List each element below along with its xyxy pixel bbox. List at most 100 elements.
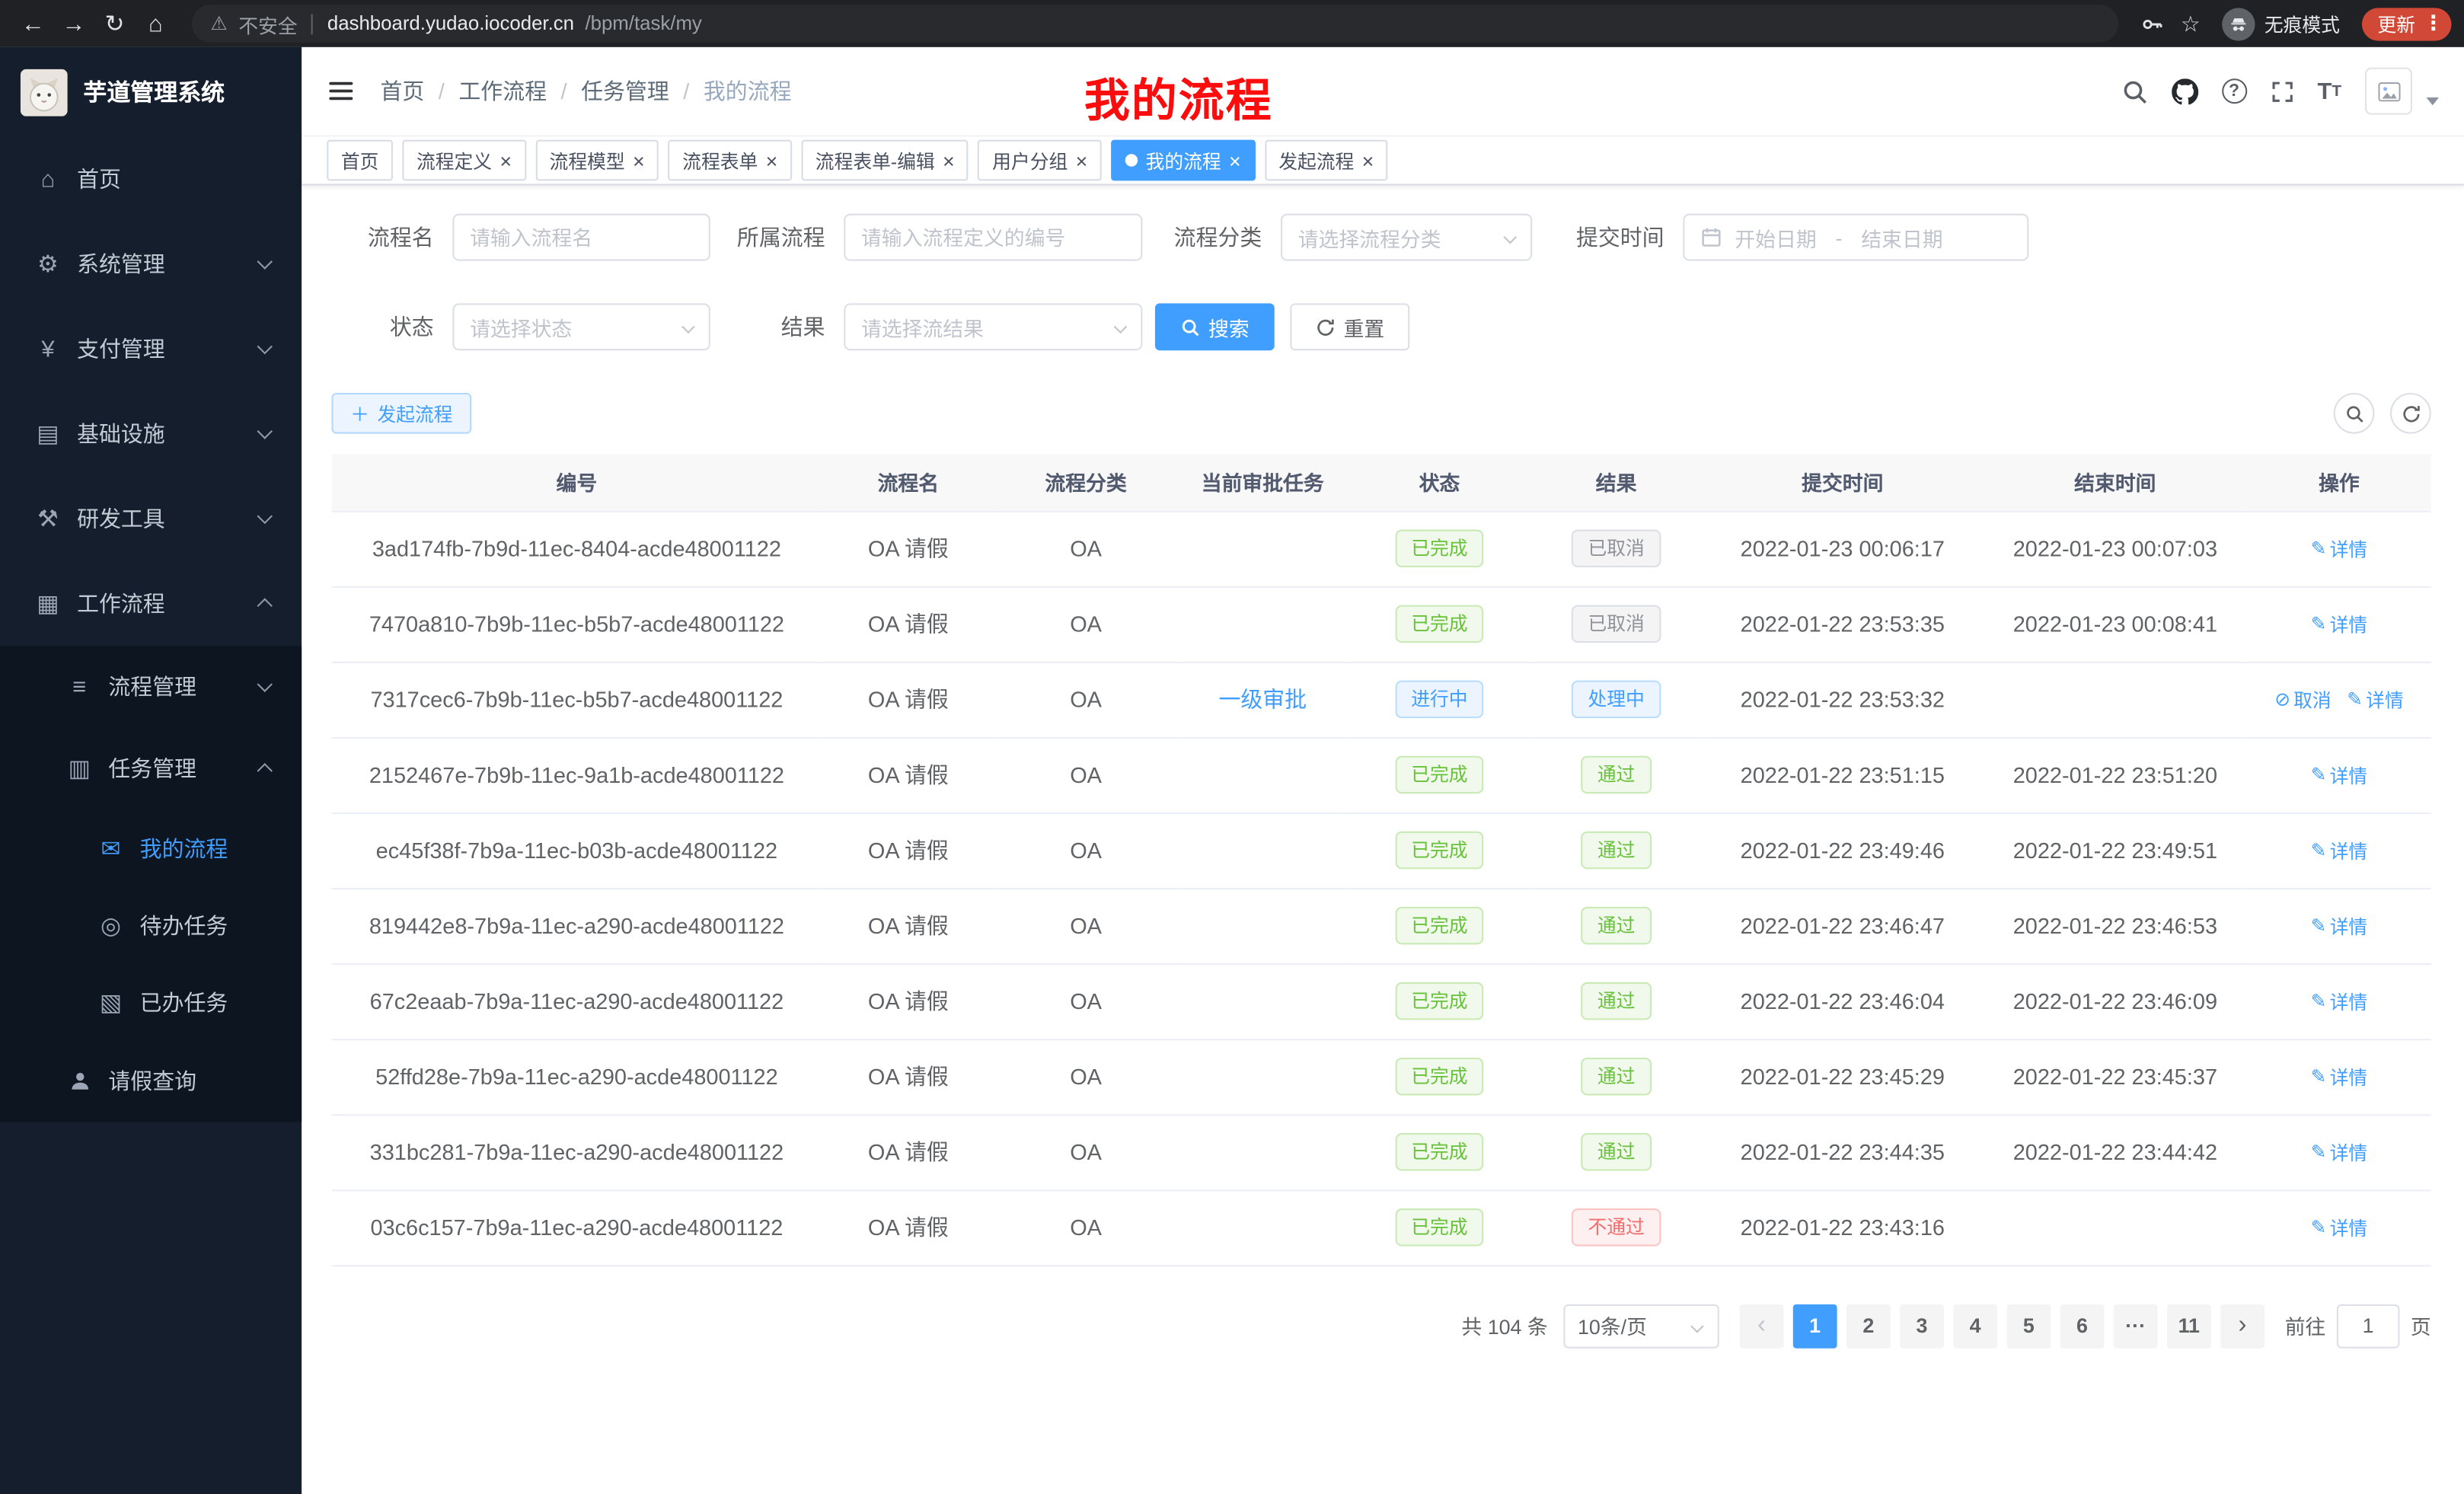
app-logo[interactable]: 芋道管理系统 xyxy=(0,47,302,137)
address-bar[interactable]: ⚠ 不安全 dashboard.yudao.iocoder.cn/bpm/tas… xyxy=(192,5,2118,43)
tab-5[interactable]: 用户分组× xyxy=(978,140,1102,181)
process-name-input[interactable] xyxy=(452,214,710,261)
close-tab-icon[interactable]: × xyxy=(1229,150,1241,171)
close-tab-icon[interactable]: × xyxy=(943,150,955,171)
font-size-icon[interactable]: TT xyxy=(2318,78,2342,104)
sidebar-item-process-mgmt[interactable]: ≡流程管理 xyxy=(0,646,302,727)
page-button-4[interactable]: 4 xyxy=(1953,1304,1997,1348)
sidebar-item-payment-mgmt[interactable]: ¥支付管理 xyxy=(0,306,302,391)
page-button-6[interactable]: 6 xyxy=(2060,1304,2105,1348)
detail-action-link[interactable]: ✎详情 xyxy=(2311,1064,2367,1090)
submit-time-range-picker[interactable]: 开始日期 - 结束日期 xyxy=(1683,214,2028,261)
close-tab-icon[interactable]: × xyxy=(633,150,645,171)
close-tab-icon[interactable]: × xyxy=(1362,150,1374,171)
page-button-1[interactable]: 1 xyxy=(1793,1304,1837,1348)
bookmark-star-icon[interactable]: ☆ xyxy=(2172,5,2210,43)
breadcrumb-item[interactable]: 首页 xyxy=(380,75,424,107)
prev-page-button[interactable]: ‹ xyxy=(1740,1304,1784,1348)
status-tag: 已完成 xyxy=(1396,1058,1484,1096)
category-select[interactable]: 请选择流程分类 xyxy=(1281,214,1532,261)
sidebar-item-todo-task[interactable]: ◎待办任务 xyxy=(0,886,302,963)
tab-3[interactable]: 流程表单 × xyxy=(669,140,792,181)
tab-7[interactable]: 发起流程× xyxy=(1265,140,1388,181)
breadcrumb-item[interactable]: 任务管理 xyxy=(581,75,669,107)
browser-home-button[interactable]: ⌂ xyxy=(135,3,176,44)
sidebar-item-dev-tools[interactable]: ⚒研发工具 xyxy=(0,476,302,560)
cell-end-time: 2022-01-22 23:45:37 xyxy=(1984,1039,2248,1114)
detail-action-link[interactable]: ✎详情 xyxy=(2311,611,2367,637)
date-separator: - xyxy=(1836,225,1843,249)
cell-process-name: OA 请假 xyxy=(822,1189,994,1265)
column-header: 状态 xyxy=(1348,454,1530,510)
cancel-action-link[interactable]: ⊘取消 xyxy=(2274,686,2331,713)
parent-process-input[interactable] xyxy=(844,214,1142,261)
create-process-button[interactable]: ＋ 发起流程 xyxy=(331,393,471,434)
fullscreen-icon[interactable] xyxy=(2271,79,2294,103)
tab-4[interactable]: 流程表单-编辑× xyxy=(801,140,969,181)
page-content: 流程名 所属流程 流程分类 请选择流程分类 提交时间 开始日期 - 结束日期 xyxy=(302,186,2464,1494)
detail-action-link[interactable]: ✎详情 xyxy=(2311,837,2367,864)
filter-row-2: 状态 请选择状态 结果 请选择流结果 搜索 xyxy=(331,303,2430,350)
avatar[interactable] xyxy=(2365,68,2412,115)
tab-2[interactable]: 流程模型× xyxy=(535,140,659,181)
tab-0[interactable]: 首页 xyxy=(327,140,393,181)
done-icon: ▧ xyxy=(97,988,124,1016)
browser-back-button[interactable]: ← xyxy=(13,3,54,44)
detail-action-link[interactable]: ✎详情 xyxy=(2311,1215,2367,1241)
tab-label: 流程表单 xyxy=(682,147,758,174)
page-button-2[interactable]: 2 xyxy=(1846,1304,1891,1348)
refresh-icon xyxy=(1315,317,1336,337)
tab-1[interactable]: 流程定义× xyxy=(402,140,525,181)
breadcrumb-item[interactable]: 工作流程 xyxy=(458,75,547,107)
detail-action-link[interactable]: ✎详情 xyxy=(2311,1139,2367,1166)
result-select[interactable]: 请选择流结果 xyxy=(844,303,1142,350)
page-button-11[interactable]: 11 xyxy=(2167,1304,2211,1348)
next-page-button[interactable]: › xyxy=(2220,1304,2265,1348)
sidebar-item-system-mgmt[interactable]: ⚙系统管理 xyxy=(0,222,302,306)
cell-status: 已完成 xyxy=(1348,1189,1530,1265)
help-icon[interactable]: ? xyxy=(2222,78,2247,104)
action-label: 详情 xyxy=(2366,686,2404,713)
github-icon[interactable] xyxy=(2172,78,2198,104)
close-tab-icon[interactable]: × xyxy=(500,150,512,171)
sidebar-item-task-mgmt[interactable]: ▥任务管理 xyxy=(0,728,302,809)
close-tab-icon[interactable]: × xyxy=(766,150,778,171)
page-button-5[interactable]: 5 xyxy=(2006,1304,2051,1348)
sidebar-item-workflow[interactable]: ▦工作流程 xyxy=(0,561,302,646)
detail-action-link[interactable]: ✎详情 xyxy=(2311,761,2367,788)
caret-down-icon[interactable] xyxy=(2427,97,2440,105)
result-tag: 通过 xyxy=(1581,756,1651,794)
tab-6[interactable]: 我的流程× xyxy=(1111,140,1255,181)
refresh-table-button[interactable] xyxy=(2390,393,2431,434)
browser-menu-icon[interactable]: ⋮ xyxy=(2423,11,2443,36)
browser-reload-button[interactable]: ↻ xyxy=(94,3,136,44)
sidebar-item-home[interactable]: ⌂首页 xyxy=(0,137,302,222)
current-task-link[interactable]: 一级审批 xyxy=(1218,687,1307,712)
page-more-button[interactable]: ··· xyxy=(2114,1304,2158,1348)
browser-forward-button[interactable]: → xyxy=(53,3,94,44)
close-tab-icon[interactable]: × xyxy=(1076,150,1088,171)
detail-action-link[interactable]: ✎详情 xyxy=(2311,535,2367,562)
status-select[interactable]: 请选择状态 xyxy=(452,303,710,350)
detail-action-link[interactable]: ✎详情 xyxy=(2311,913,2367,940)
column-header: 结束时间 xyxy=(1984,454,2248,510)
sidebar-item-leave-query[interactable]: 请假查询 xyxy=(0,1040,302,1122)
collapse-sidebar-icon[interactable] xyxy=(327,77,355,105)
detail-action-link[interactable]: ✎详情 xyxy=(2311,988,2367,1015)
sidebar-item-my-process[interactable]: ✉我的流程 xyxy=(0,809,302,886)
search-button[interactable]: 搜索 xyxy=(1155,303,1275,350)
sidebar-item-done-task[interactable]: ▧已办任务 xyxy=(0,963,302,1040)
detail-action-link[interactable]: ✎详情 xyxy=(2347,686,2403,713)
page-size-select[interactable]: 10条/页 xyxy=(1563,1304,1719,1348)
table-row: ec45f38f-7b9a-11ec-b03b-acde48001122OA 请… xyxy=(331,812,2430,888)
reset-button[interactable]: 重置 xyxy=(1290,303,1409,350)
sidebar-item-label: 工作流程 xyxy=(77,588,165,619)
page-button-3[interactable]: 3 xyxy=(1900,1304,1944,1348)
toggle-search-button[interactable] xyxy=(2334,393,2375,434)
update-button[interactable]: 更新 ⋮ xyxy=(2362,7,2452,40)
password-key-icon[interactable] xyxy=(2134,5,2172,43)
cell-result: 通过 xyxy=(1530,737,1702,812)
search-icon[interactable] xyxy=(2121,78,2148,104)
sidebar-item-infrastructure[interactable]: ▤基础设施 xyxy=(0,391,302,476)
goto-page-input[interactable] xyxy=(2337,1304,2400,1348)
